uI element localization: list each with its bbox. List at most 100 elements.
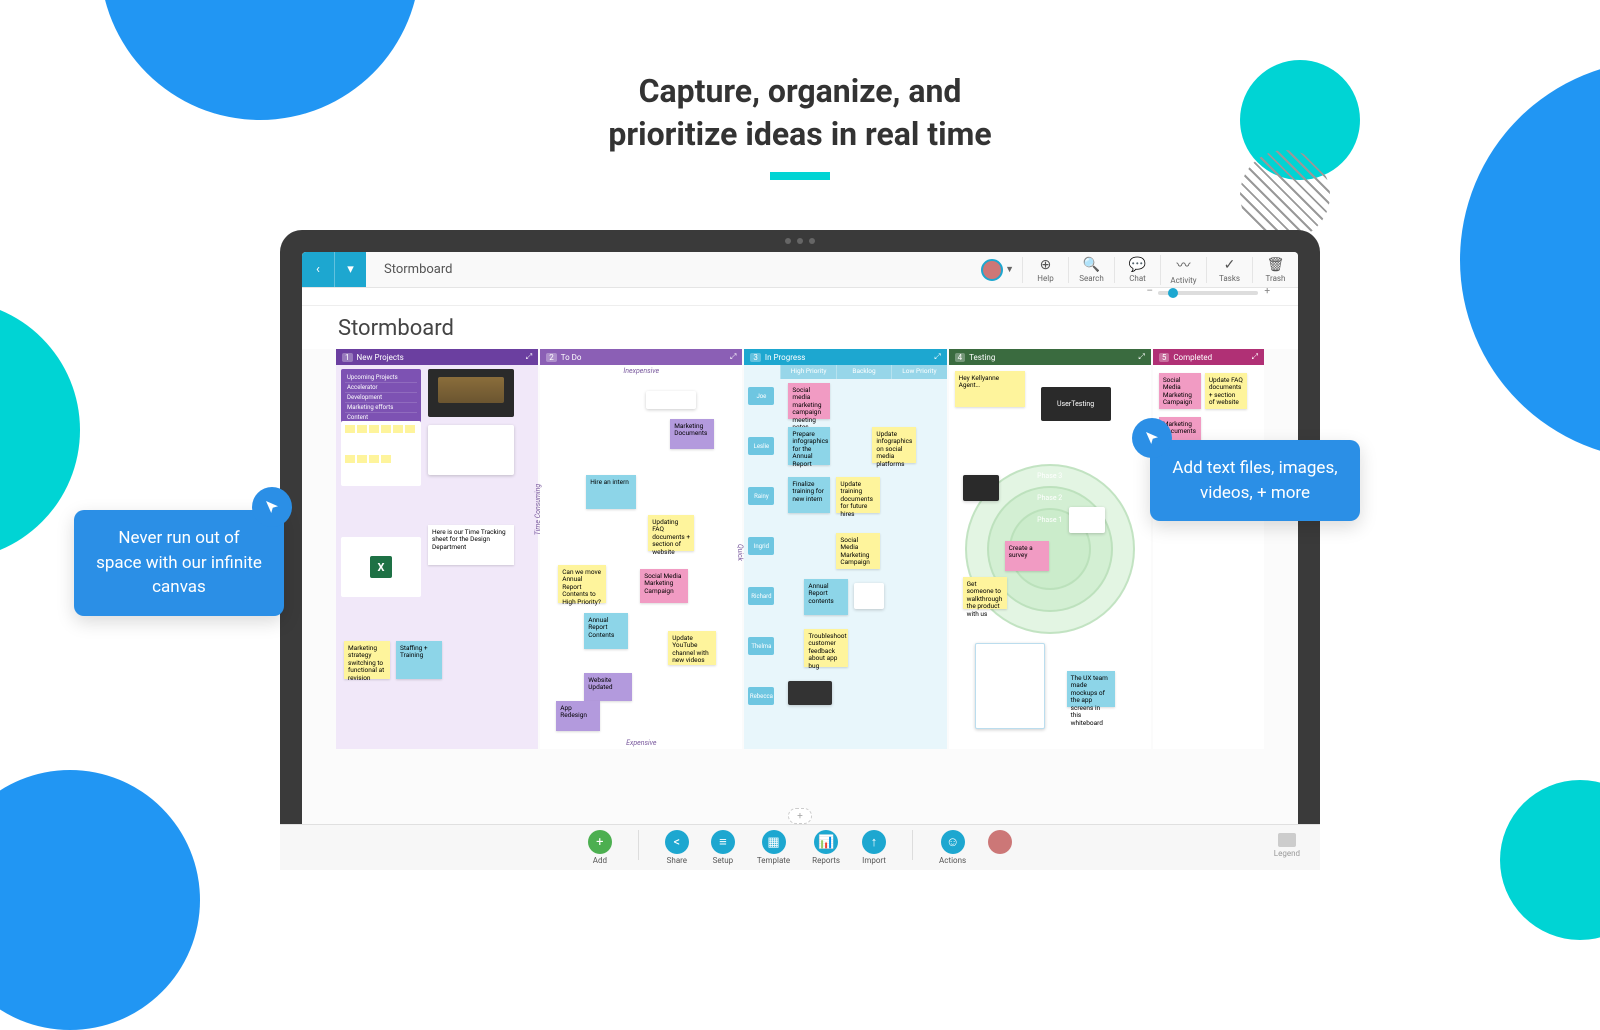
- toolbar-label: Tasks: [1219, 274, 1240, 283]
- trash-button[interactable]: 🗑Trash: [1252, 257, 1298, 283]
- substorm-card[interactable]: [341, 421, 421, 486]
- zoom-out-icon[interactable]: –: [1146, 286, 1153, 297]
- section-in-progress[interactable]: 3In Progress⤢ High Priority Backlog Low …: [744, 349, 946, 749]
- image-card[interactable]: [1069, 507, 1105, 533]
- swimlane[interactable]: Rainy: [748, 487, 774, 505]
- sticky-note[interactable]: Here is our Time Tracking sheet for the …: [428, 525, 514, 565]
- import-button[interactable]: ↑Import: [862, 830, 886, 865]
- sticky-note[interactable]: Update infographics on social media plat…: [872, 427, 916, 463]
- breadcrumb[interactable]: Stormboard: [366, 252, 470, 287]
- swimlane[interactable]: Ingrid: [748, 537, 774, 555]
- sticky-note[interactable]: Social Media Marketing Campaign: [1159, 373, 1201, 409]
- sticky-note[interactable]: Hey Kellyanne Agent…: [955, 371, 1025, 407]
- search-button[interactable]: 🔍Search: [1068, 257, 1114, 283]
- user-avatar-button[interactable]: [988, 830, 1012, 854]
- file-card-excel[interactable]: [341, 537, 421, 597]
- actions-button[interactable]: ☺Actions: [939, 830, 966, 865]
- swimlane[interactable]: Thelma: [748, 637, 774, 655]
- activity-button[interactable]: 〰Activity: [1160, 255, 1206, 285]
- col-low-priority: Low Priority: [891, 365, 946, 379]
- video-card[interactable]: [428, 369, 514, 417]
- section-title: In Progress: [765, 353, 805, 362]
- section-testing[interactable]: 4Testing⤢ Hey Kellyanne Agent… UserTesti…: [949, 349, 1151, 749]
- axis-label: Quick: [736, 544, 744, 561]
- avatar: [981, 259, 1003, 281]
- board-title: Stormboard: [302, 306, 1298, 349]
- sticky-note[interactable]: Social media marketing campaign meeting …: [788, 383, 830, 419]
- video-label: UserTesting: [1041, 387, 1111, 421]
- sticky-note[interactable]: Social Media Marketing Campaign: [640, 569, 688, 603]
- sticky-note[interactable]: Website Updated: [584, 673, 632, 701]
- template-button[interactable]: ▦Template: [757, 830, 790, 865]
- swimlane[interactable]: Richard: [748, 587, 774, 605]
- bb-label: Share: [667, 856, 687, 865]
- toolbar-label: Help: [1037, 274, 1053, 283]
- section-to-do[interactable]: 2To Do⤢ Inexpensive Expensive Time Consu…: [540, 349, 742, 749]
- image-card[interactable]: [963, 475, 999, 501]
- zoom-slider[interactable]: [1158, 291, 1258, 295]
- section-new-projects[interactable]: 1New Projects⤢ Upcoming ProjectsAccelera…: [336, 349, 538, 749]
- reports-button[interactable]: 📊Reports: [812, 830, 840, 865]
- image-card[interactable]: [788, 681, 832, 705]
- nav-back-button[interactable]: ‹: [302, 252, 334, 287]
- sticky-note[interactable]: Marketing Documents: [670, 419, 714, 449]
- section-num: 2: [546, 353, 557, 362]
- sticky-note[interactable]: Get someone to walkthrough the product w…: [963, 577, 1007, 609]
- swimlane[interactable]: Joe: [748, 387, 774, 405]
- share-button[interactable]: <Share: [665, 830, 689, 865]
- add-button[interactable]: +Add: [588, 830, 612, 865]
- sticky-note[interactable]: The UX team made mockups of the app scre…: [1067, 671, 1115, 707]
- link-card[interactable]: [646, 391, 696, 409]
- swimlane[interactable]: Rebecca: [748, 687, 774, 705]
- hero-line2: prioritize ideas in real time: [608, 115, 991, 153]
- search-icon: 🔍: [1083, 257, 1100, 273]
- user-menu[interactable]: ▼: [973, 259, 1022, 281]
- expand-icon[interactable]: ⤢: [526, 352, 532, 362]
- legend-button[interactable]: Legend: [1274, 833, 1298, 858]
- sticky-note[interactable]: Updating FAQ documents + section of webs…: [648, 515, 694, 551]
- sticky-note[interactable]: Prepare infographics for the Annual Repo…: [788, 427, 830, 465]
- tasks-button[interactable]: ✓Tasks: [1206, 257, 1252, 283]
- sticky-note[interactable]: Update YouTube channel with new videos: [668, 631, 716, 665]
- file-card[interactable]: [854, 583, 884, 609]
- sticky-note[interactable]: Finalize training for new intern: [788, 477, 830, 513]
- section-completed[interactable]: 5Completed⤢ Social Media Marketing Campa…: [1153, 349, 1264, 749]
- help-button[interactable]: ⊕Help: [1022, 257, 1068, 283]
- activity-icon: 〰: [1177, 255, 1191, 275]
- sticky-note[interactable]: Social Media Marketing Campaign: [836, 533, 880, 569]
- sticky-note[interactable]: App Redesign: [556, 701, 600, 731]
- zoom-in-icon[interactable]: +: [1264, 286, 1270, 297]
- add-section-button[interactable]: +: [788, 808, 812, 824]
- video-card[interactable]: UserTesting: [1041, 387, 1111, 421]
- sticky-note[interactable]: Staffing + Training: [396, 641, 442, 679]
- setup-button[interactable]: ≡Setup: [711, 830, 735, 865]
- expand-icon[interactable]: ⤢: [934, 352, 940, 362]
- section-title: To Do: [561, 353, 582, 362]
- sticky-note[interactable]: Troubleshoot customer feedback about app…: [804, 629, 848, 667]
- project-list[interactable]: Upcoming ProjectsAcceleratorDevelopmentM…: [341, 369, 421, 427]
- sticky-note[interactable]: Update FAQ documents + section of websit…: [1205, 373, 1247, 409]
- expand-icon[interactable]: ⤢: [1138, 352, 1144, 362]
- nav-menu-button[interactable]: ▾: [334, 252, 366, 287]
- sticky-note[interactable]: Can we move Annual Report Contents to Hi…: [558, 565, 606, 603]
- section-title: Testing: [969, 353, 995, 362]
- expand-icon[interactable]: ⤢: [730, 352, 736, 362]
- sticky-note[interactable]: Marketing strategy switching to function…: [344, 641, 390, 679]
- sticky-note[interactable]: Update training documents for future hir…: [836, 477, 880, 513]
- expand-icon[interactable]: ⤢: [1252, 352, 1258, 362]
- bottom-toolbar: +Add <Share ≡Setup ▦Template 📊Reports ↑I…: [302, 824, 1298, 870]
- swimlane[interactable]: Leslie: [748, 437, 774, 455]
- camera-dots: [785, 238, 815, 244]
- bb-label: Legend: [1274, 849, 1298, 858]
- axis-label: Expensive: [626, 739, 656, 747]
- wireframe-card[interactable]: [975, 643, 1045, 729]
- sticky-note[interactable]: Create a survey: [1005, 541, 1049, 571]
- excel-icon: [370, 556, 392, 578]
- chat-button[interactable]: 💬Chat: [1114, 257, 1160, 283]
- sticky-note[interactable]: Annual Report contents: [804, 579, 848, 615]
- section-num: 1: [342, 353, 353, 362]
- image-card[interactable]: [428, 425, 514, 475]
- bb-label: Template: [757, 856, 790, 865]
- sticky-note[interactable]: Hire an intern: [586, 475, 636, 509]
- sticky-note[interactable]: Annual Report Contents: [584, 613, 628, 649]
